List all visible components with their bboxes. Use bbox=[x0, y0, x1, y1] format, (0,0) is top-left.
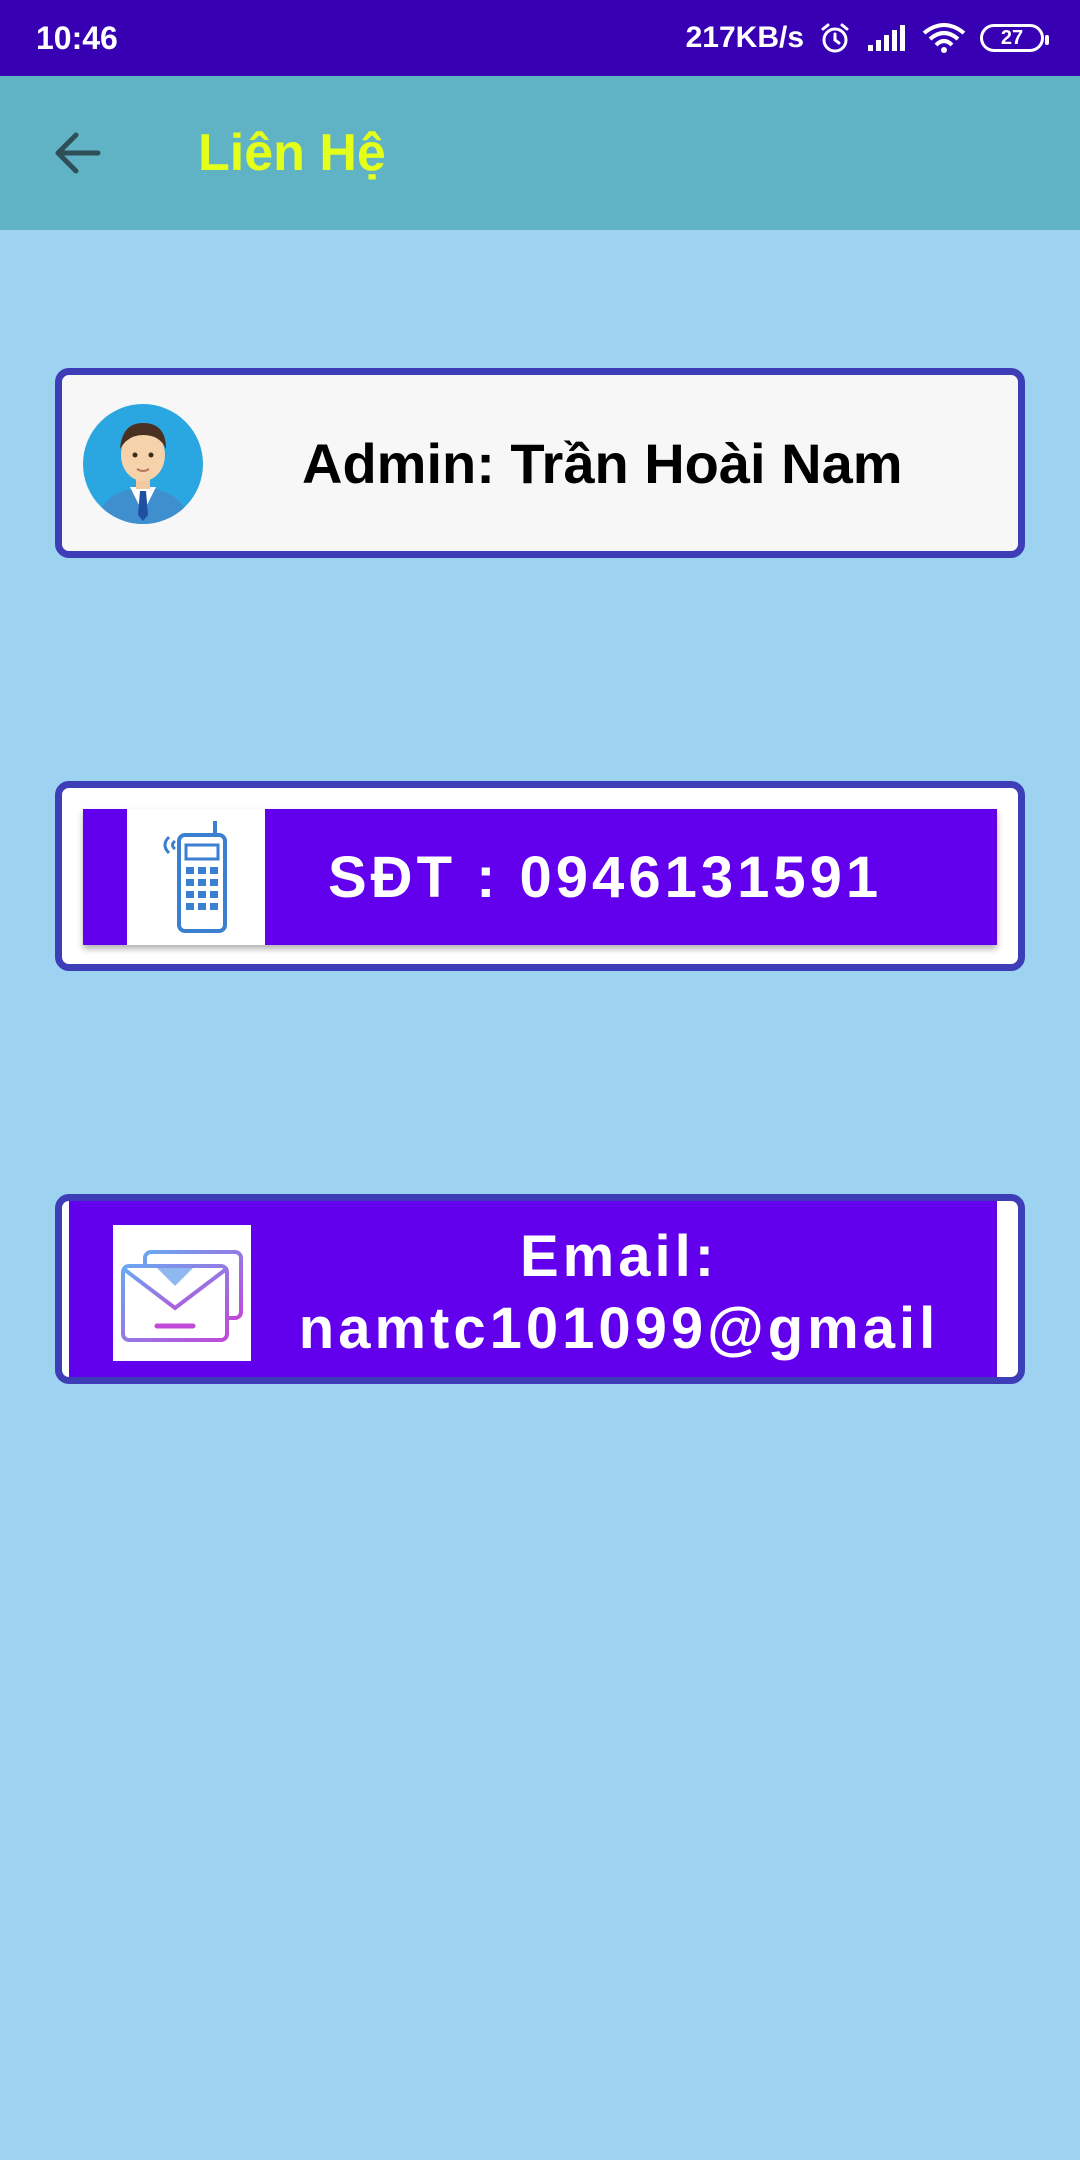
phone-number: SĐT : 0946131591 bbox=[328, 844, 883, 910]
admin-card[interactable]: Admin: Trần Hoài Nam bbox=[55, 368, 1025, 558]
back-button[interactable] bbox=[18, 93, 138, 213]
alarm-icon bbox=[818, 21, 852, 55]
admin-name: Admin: Trần Hoài Nam bbox=[302, 431, 903, 495]
envelope-icon bbox=[121, 1250, 243, 1342]
battery-icon: 27 bbox=[980, 24, 1049, 52]
email-address: namtc101099@gmail bbox=[298, 1296, 940, 1361]
phone-card: SĐT : 0946131591 bbox=[55, 781, 1025, 971]
email-text: Email: namtc101099@gmail bbox=[269, 1221, 969, 1365]
wifi-icon bbox=[922, 21, 966, 55]
status-bar: 10:46 217KB/s 27 bbox=[0, 0, 1080, 76]
email-button[interactable]: Email: namtc101099@gmail bbox=[69, 1201, 997, 1377]
arrow-back-icon bbox=[55, 132, 101, 174]
admin-avatar-icon bbox=[83, 404, 203, 524]
network-speed: 217KB/s bbox=[685, 21, 804, 54]
phone-button[interactable]: SĐT : 0946131591 bbox=[83, 809, 997, 945]
signal-icon bbox=[866, 23, 908, 53]
email-label: Email: bbox=[519, 1224, 719, 1289]
email-card: Email: namtc101099@gmail bbox=[55, 1194, 1025, 1384]
phone-icon bbox=[163, 821, 227, 933]
app-bar: Liên Hệ bbox=[0, 76, 1080, 230]
phone-icon-box bbox=[127, 809, 265, 945]
page-title: Liên Hệ bbox=[198, 124, 386, 182]
status-time: 10:46 bbox=[36, 19, 118, 56]
status-indicators: 217KB/s 27 bbox=[685, 21, 1049, 55]
email-icon-box bbox=[113, 1225, 251, 1361]
